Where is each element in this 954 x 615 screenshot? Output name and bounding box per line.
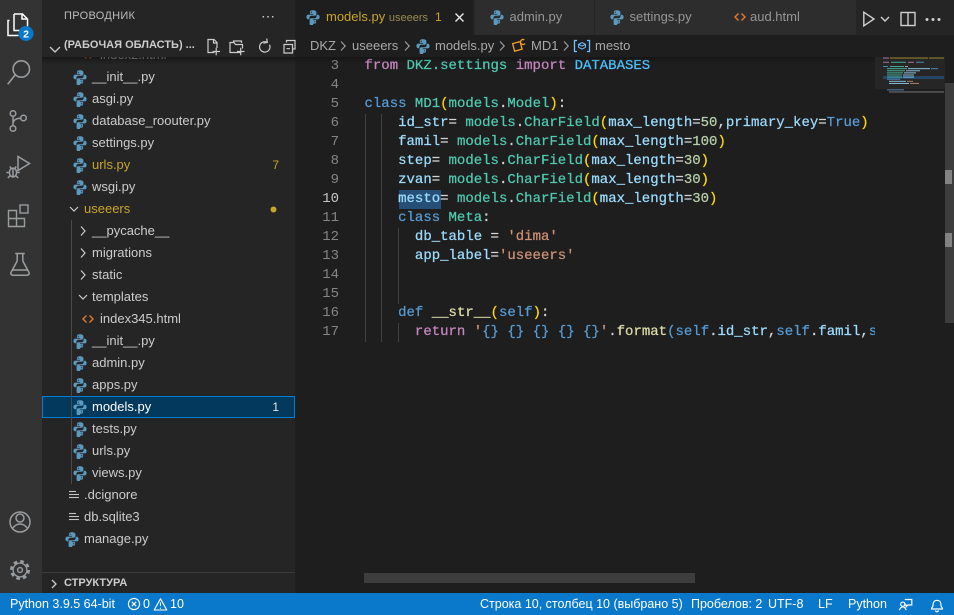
svg-text:2: 2: [23, 29, 29, 41]
